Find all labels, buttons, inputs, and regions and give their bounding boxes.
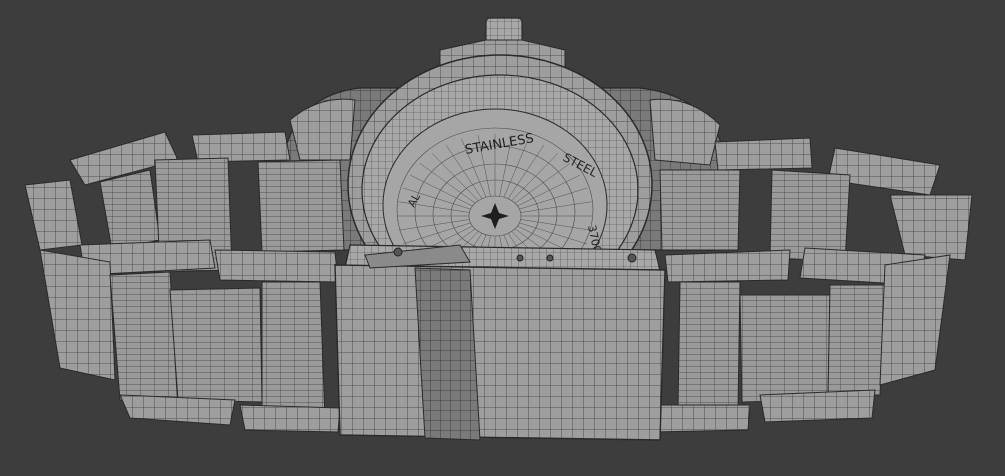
3d-viewport[interactable]: STAINLESS STEEL AL 3700: [0, 0, 1005, 472]
bracelet-lower-left: [39, 239, 341, 433]
clasp: [334, 244, 666, 441]
bracelet-lower-right: [649, 247, 951, 433]
wireframe-render: STAINLESS STEEL AL 3700: [24, 17, 973, 441]
